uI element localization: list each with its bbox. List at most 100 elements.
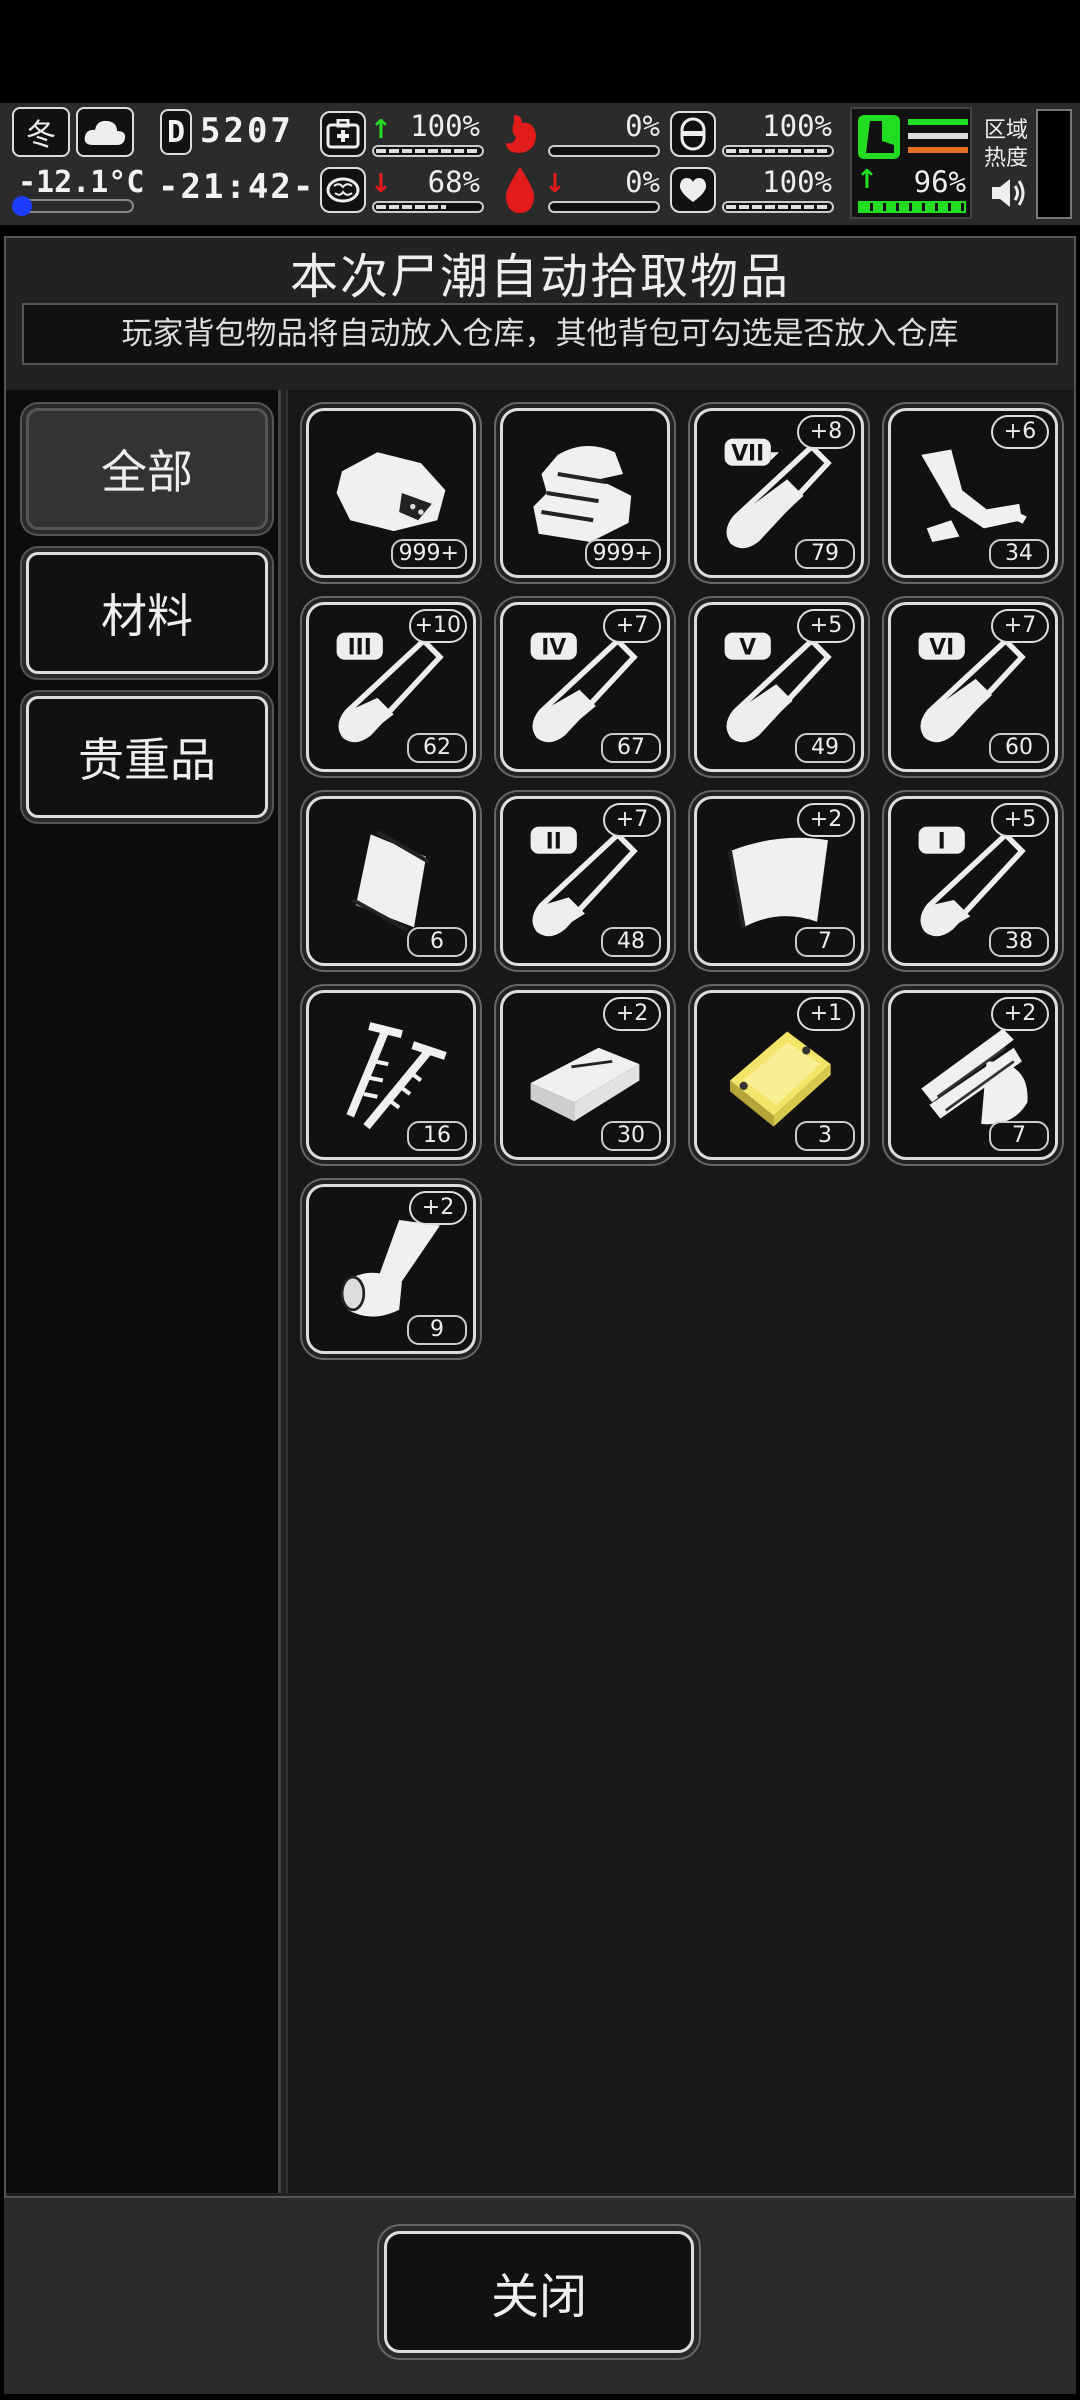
area-heat-label: 区域热度 [984, 118, 1029, 171]
sanity-bar [372, 201, 484, 213]
area-heat-gauge [1036, 109, 1072, 219]
day-counter: 5207 [200, 111, 294, 151]
item-slot[interactable]: +2 7 [888, 990, 1058, 1160]
item-quantity: 34 [989, 539, 1049, 569]
stamina-stripe-orange [908, 147, 968, 153]
item-quantity: 30 [601, 1121, 661, 1151]
item-quantity: 79 [795, 539, 855, 569]
shield-icon [670, 111, 716, 157]
cloud-icon [84, 120, 126, 145]
item-bonus-badge: +2 [991, 997, 1049, 1031]
item-slot[interactable]: +2 7 [694, 796, 864, 966]
item-slot[interactable]: 999+ [500, 408, 670, 578]
item-quantity: 60 [989, 733, 1049, 763]
item-bonus-badge: +2 [409, 1191, 467, 1225]
svg-text:II: II [546, 829, 562, 854]
trend-down-icon: ↓ [370, 169, 392, 199]
item-bonus-badge: +7 [603, 609, 661, 643]
blood-value: 0% [625, 165, 660, 199]
item-grid: 999+ 999+ VII +8 79 +6 34 III +10 62 IV … [286, 390, 1074, 2193]
armor-value: 100% [762, 109, 832, 143]
item-bonus-badge: +10 [408, 609, 467, 643]
item-bonus-badge: +2 [797, 803, 855, 837]
item-quantity: 62 [407, 733, 467, 763]
sanity-value: 68% [427, 165, 480, 199]
day-prefix-badge: D [160, 109, 192, 155]
weather-badge [76, 107, 134, 157]
item-quantity: 3 [795, 1121, 855, 1151]
item-quantity: 9 [407, 1315, 467, 1345]
item-quantity: 48 [601, 927, 661, 957]
stamina-bar [858, 201, 966, 213]
mood-bar [722, 201, 834, 213]
mood-bar-fill [726, 205, 830, 209]
item-quantity: 49 [795, 733, 855, 763]
season-label: 冬 [26, 118, 56, 153]
sanity-bar-fill [376, 205, 446, 209]
item-bonus-badge: +6 [991, 415, 1049, 449]
boot-icon [858, 115, 900, 159]
stamina-panel: ↑ 96% [850, 107, 972, 219]
season-badge: 冬 [12, 107, 70, 157]
temperature-readout: -12.1°C [18, 165, 145, 200]
item-slot[interactable]: IV +7 67 [500, 602, 670, 772]
trend-up-icon: ↑ [370, 115, 392, 145]
health-bar-fill [376, 149, 480, 153]
item-slot[interactable]: +1 3 [694, 990, 864, 1160]
svg-text:VII: VII [731, 441, 764, 466]
speaker-icon[interactable] [988, 175, 1028, 211]
stamina-stripe-white [908, 133, 968, 139]
item-quantity: 16 [407, 1121, 467, 1151]
item-quantity: 7 [795, 927, 855, 957]
item-slot[interactable]: III +10 62 [306, 602, 476, 772]
item-slot[interactable]: +6 34 [888, 408, 1058, 578]
armor-bar [722, 145, 834, 157]
item-slot[interactable]: VII +8 79 [694, 408, 864, 578]
svg-text:VI: VI [929, 635, 954, 660]
dialog-title: 本次尸潮自动拾取物品 [289, 249, 790, 305]
heart-icon [670, 167, 716, 213]
health-bar [372, 145, 484, 157]
svg-text:IV: IV [541, 635, 566, 660]
tab-materials[interactable]: 材料 [26, 552, 268, 674]
stamina-stripe-green [908, 119, 968, 125]
item-slot[interactable]: I +5 38 [888, 796, 1058, 966]
hunger-value: 0% [625, 109, 660, 143]
health-value: 100% [410, 109, 480, 143]
item-quantity: 999+ [390, 539, 467, 569]
item-slot[interactable]: II +7 48 [500, 796, 670, 966]
close-button[interactable]: 关闭 [384, 2231, 694, 2353]
medkit-icon [320, 111, 366, 157]
tab-all[interactable]: 全部 [26, 408, 268, 530]
mood-value: 100% [762, 165, 832, 199]
item-slot[interactable]: V +5 49 [694, 602, 864, 772]
item-slot[interactable]: 999+ [306, 408, 476, 578]
category-sidebar: 全部 材料 贵重品 [6, 390, 281, 2193]
item-slot[interactable]: 16 [306, 990, 476, 1160]
blood-bar [548, 201, 660, 213]
item-slot[interactable]: 6 [306, 796, 476, 966]
stomach-icon [496, 111, 542, 157]
trend-up-icon-2: ↑ [856, 165, 878, 195]
item-bonus-badge: +2 [603, 997, 661, 1031]
status-hud: 冬 -12.1°C D 5207 -21:42- ↑ 100% ↓ 68% 0%… [0, 103, 1080, 225]
svg-text:III: III [348, 635, 372, 660]
item-quantity: 6 [407, 927, 467, 957]
svg-text:I: I [938, 829, 946, 854]
item-bonus-badge: +7 [991, 609, 1049, 643]
item-slot[interactable]: VI +7 60 [888, 602, 1058, 772]
dialog-subtitle: 玩家背包物品将自动放入仓库，其他背包可勾选是否放入仓库 [22, 303, 1058, 365]
temperature-gauge-knob [12, 196, 32, 216]
item-bonus-badge: +1 [797, 997, 855, 1031]
day-prefix: D [166, 114, 186, 150]
armor-bar-fill [726, 149, 830, 153]
svg-text:V: V [739, 635, 756, 660]
blood-drop-icon [500, 165, 540, 215]
item-slot[interactable]: +2 30 [500, 990, 670, 1160]
tab-valuables[interactable]: 贵重品 [26, 696, 268, 818]
item-quantity: 999+ [584, 539, 661, 569]
item-slot[interactable]: +2 9 [306, 1184, 476, 1354]
clock-readout: -21:42- [158, 167, 316, 207]
temperature-gauge [12, 196, 134, 216]
item-bonus-badge: +5 [991, 803, 1049, 837]
